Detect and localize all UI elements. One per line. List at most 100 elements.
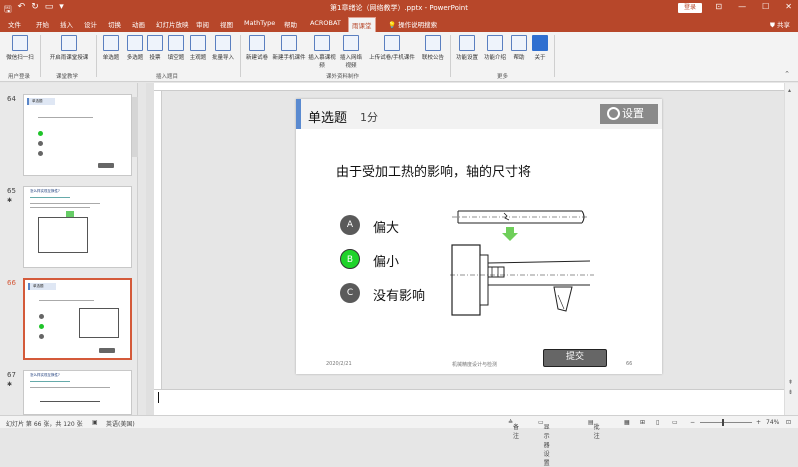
footer-course: 机械精度设计与检测 [452, 362, 498, 368]
display-settings[interactable]: ▭ 显示器设置 [538, 419, 550, 467]
current-slide[interactable]: 单选题 1分 设置 由于受加工热的影响，轴的尺寸将 A 偏大 B 偏小 C 没有… [296, 99, 662, 374]
fill-blank-button[interactable]: 填空题 [166, 35, 186, 61]
spell-check-icon[interactable]: ▣ [92, 419, 98, 426]
single-choice-button[interactable]: 单选题 [100, 35, 122, 61]
insert-web-video-label: 插入网络视频 [339, 55, 362, 69]
share-button[interactable]: ⛊ 共享 [770, 19, 790, 30]
notes-pane[interactable] [154, 389, 784, 415]
footer-date: 2020/2/21 [326, 361, 352, 367]
new-exam-button[interactable]: 新建试卷 [244, 35, 270, 61]
group-separator [450, 35, 451, 77]
language-status[interactable]: 英语(美国) [106, 419, 135, 428]
text-cursor [158, 392, 159, 403]
vote-label: 投票 [149, 55, 161, 61]
slide-thumbnail-67[interactable]: 怎么样实现互换性? [23, 370, 132, 415]
option-letter-badge: C [340, 283, 360, 303]
slide-thumbnail-65[interactable]: 怎么样实现互换性? [23, 186, 132, 268]
tab-file[interactable]: 文件 [8, 19, 21, 29]
notes-toggle[interactable]: ≙ 备注 [508, 419, 519, 440]
tab-review[interactable]: 审阅 [196, 19, 209, 29]
about-button[interactable]: 关于 [530, 35, 550, 61]
batch-import-button[interactable]: 批量导入 [209, 35, 237, 61]
submit-button[interactable]: 提交 [543, 349, 607, 367]
reading-view-icon[interactable]: ▯ [656, 419, 659, 426]
prev-slide-icon[interactable]: ⇞ [788, 379, 793, 386]
collapse-ribbon-icon[interactable]: ⌃ [784, 70, 790, 78]
function-intro-button[interactable]: 功能介绍 [482, 35, 508, 61]
school-notice-button[interactable]: 联校公告 [420, 35, 446, 61]
document-icon [249, 35, 265, 51]
option-c[interactable]: C 没有影响 [340, 283, 450, 304]
upload-icon [384, 35, 400, 51]
vertical-scrollbar[interactable]: ▴ ⇞ ⇟ [784, 83, 798, 415]
settings-button[interactable]: 设置 [600, 104, 658, 124]
slide-thumbnail-66[interactable]: 单选题 [23, 278, 132, 360]
login-button[interactable]: 登录 [678, 3, 702, 13]
animation-star-icon: ✱ [7, 197, 13, 204]
new-mobile-courseware-button[interactable]: 新建手机课件 [272, 35, 306, 61]
insert-web-video-button[interactable]: 插入网络视频 [338, 35, 364, 69]
minimize-icon[interactable]: — [738, 2, 746, 11]
import-icon [215, 35, 231, 51]
wechat-scan-button[interactable]: 微信扫一扫 [4, 35, 36, 61]
tab-help[interactable]: 帮助 [284, 19, 297, 29]
tab-rain-classroom[interactable]: 雨课堂 [348, 17, 376, 32]
option-b[interactable]: B 偏小 [340, 249, 450, 270]
close-icon[interactable]: ✕ [785, 2, 792, 11]
tab-acrobat[interactable]: ACROBAT [310, 19, 341, 27]
group-label-login: 用户登录 [8, 74, 31, 80]
zoom-slider-thumb[interactable] [722, 419, 724, 426]
vote-button[interactable]: 投票 [146, 35, 164, 61]
tab-view[interactable]: 视图 [220, 19, 233, 29]
tab-animations[interactable]: 动画 [132, 19, 145, 29]
horizontal-ruler [154, 83, 784, 91]
comments-toggle[interactable]: ▤ 批注 [588, 419, 600, 440]
slide-sorter-icon[interactable]: ⊞ [640, 419, 645, 426]
tab-home[interactable]: 开始 [36, 19, 49, 29]
ribbon: 微信扫一扫 用户登录 开启雨课堂授课 课堂教学 单选题 多选题 投票 填空题 主… [0, 32, 798, 82]
tab-insert[interactable]: 插入 [60, 19, 73, 29]
thumb-title: 怎么样实现互换性? [30, 373, 60, 377]
thumb-option-dot [38, 131, 43, 136]
tab-mathtype[interactable]: MathType [244, 19, 275, 27]
insert-mooc-video-button[interactable]: 插入慕课视频 [308, 35, 336, 69]
zoom-out-icon[interactable]: − [690, 419, 695, 426]
function-settings-button[interactable]: 功能设置 [454, 35, 480, 61]
slide-thumbnail-pane: 64 单选题 65 ✱ 怎么样实现互换性? 66 单选题 67 ✱ 怎么样实现互… [0, 83, 138, 415]
normal-view-icon[interactable]: ▦ [624, 419, 630, 426]
tab-slideshow[interactable]: 幻灯片放映 [156, 19, 189, 29]
animation-star-icon: ✱ [7, 381, 13, 388]
tab-design[interactable]: 设计 [84, 19, 97, 29]
maximize-icon[interactable]: ☐ [762, 2, 769, 11]
thumb-drawing [38, 217, 88, 253]
multi-choice-button[interactable]: 多选题 [124, 35, 146, 61]
subjective-button[interactable]: 主观题 [187, 35, 209, 61]
next-slide-icon[interactable]: ⇟ [788, 389, 793, 396]
thumb-line [30, 197, 70, 198]
status-bar: 幻灯片 第 66 张，共 120 张 ▣ 英语(美国) ≙ 备注 ▭ 显示器设置… [0, 415, 798, 467]
upload-exam-button[interactable]: 上传试卷/手机课件 [366, 35, 418, 61]
slideshow-icon[interactable]: ▭ [672, 419, 678, 426]
single-choice-label: 单选题 [102, 55, 120, 61]
zoom-level[interactable]: 74% [766, 419, 779, 426]
option-a[interactable]: A 偏大 [340, 215, 450, 236]
zoom-in-icon[interactable]: + [756, 419, 761, 426]
school-notice-label: 联校公告 [421, 55, 444, 61]
tell-me-search[interactable]: 💡 操作说明搜索 [388, 19, 437, 29]
thumbnail-pane-scroll[interactable] [146, 83, 154, 415]
group-separator [554, 35, 555, 77]
option-text: 没有影响 [373, 289, 426, 304]
footer-page-number: 66 [626, 361, 633, 367]
ribbon-display-icon[interactable]: ⊡ [715, 2, 722, 11]
thumbnail-scrollbar[interactable] [132, 97, 138, 157]
slide-thumbnail-64[interactable]: 单选题 [23, 94, 132, 176]
start-class-button[interactable]: 开启雨课堂授课 [46, 35, 92, 61]
slide-count-status: 幻灯片 第 66 张，共 120 张 [6, 421, 83, 428]
shaft-drawing [450, 210, 594, 316]
zoom-slider[interactable] [700, 422, 752, 423]
tab-transitions[interactable]: 切换 [108, 19, 121, 29]
help-button[interactable]: 帮助 [510, 35, 528, 61]
thumb-option-dot [38, 141, 43, 146]
scroll-up-icon[interactable]: ▴ [788, 87, 791, 94]
fit-to-window-icon[interactable]: ⊡ [786, 419, 791, 426]
